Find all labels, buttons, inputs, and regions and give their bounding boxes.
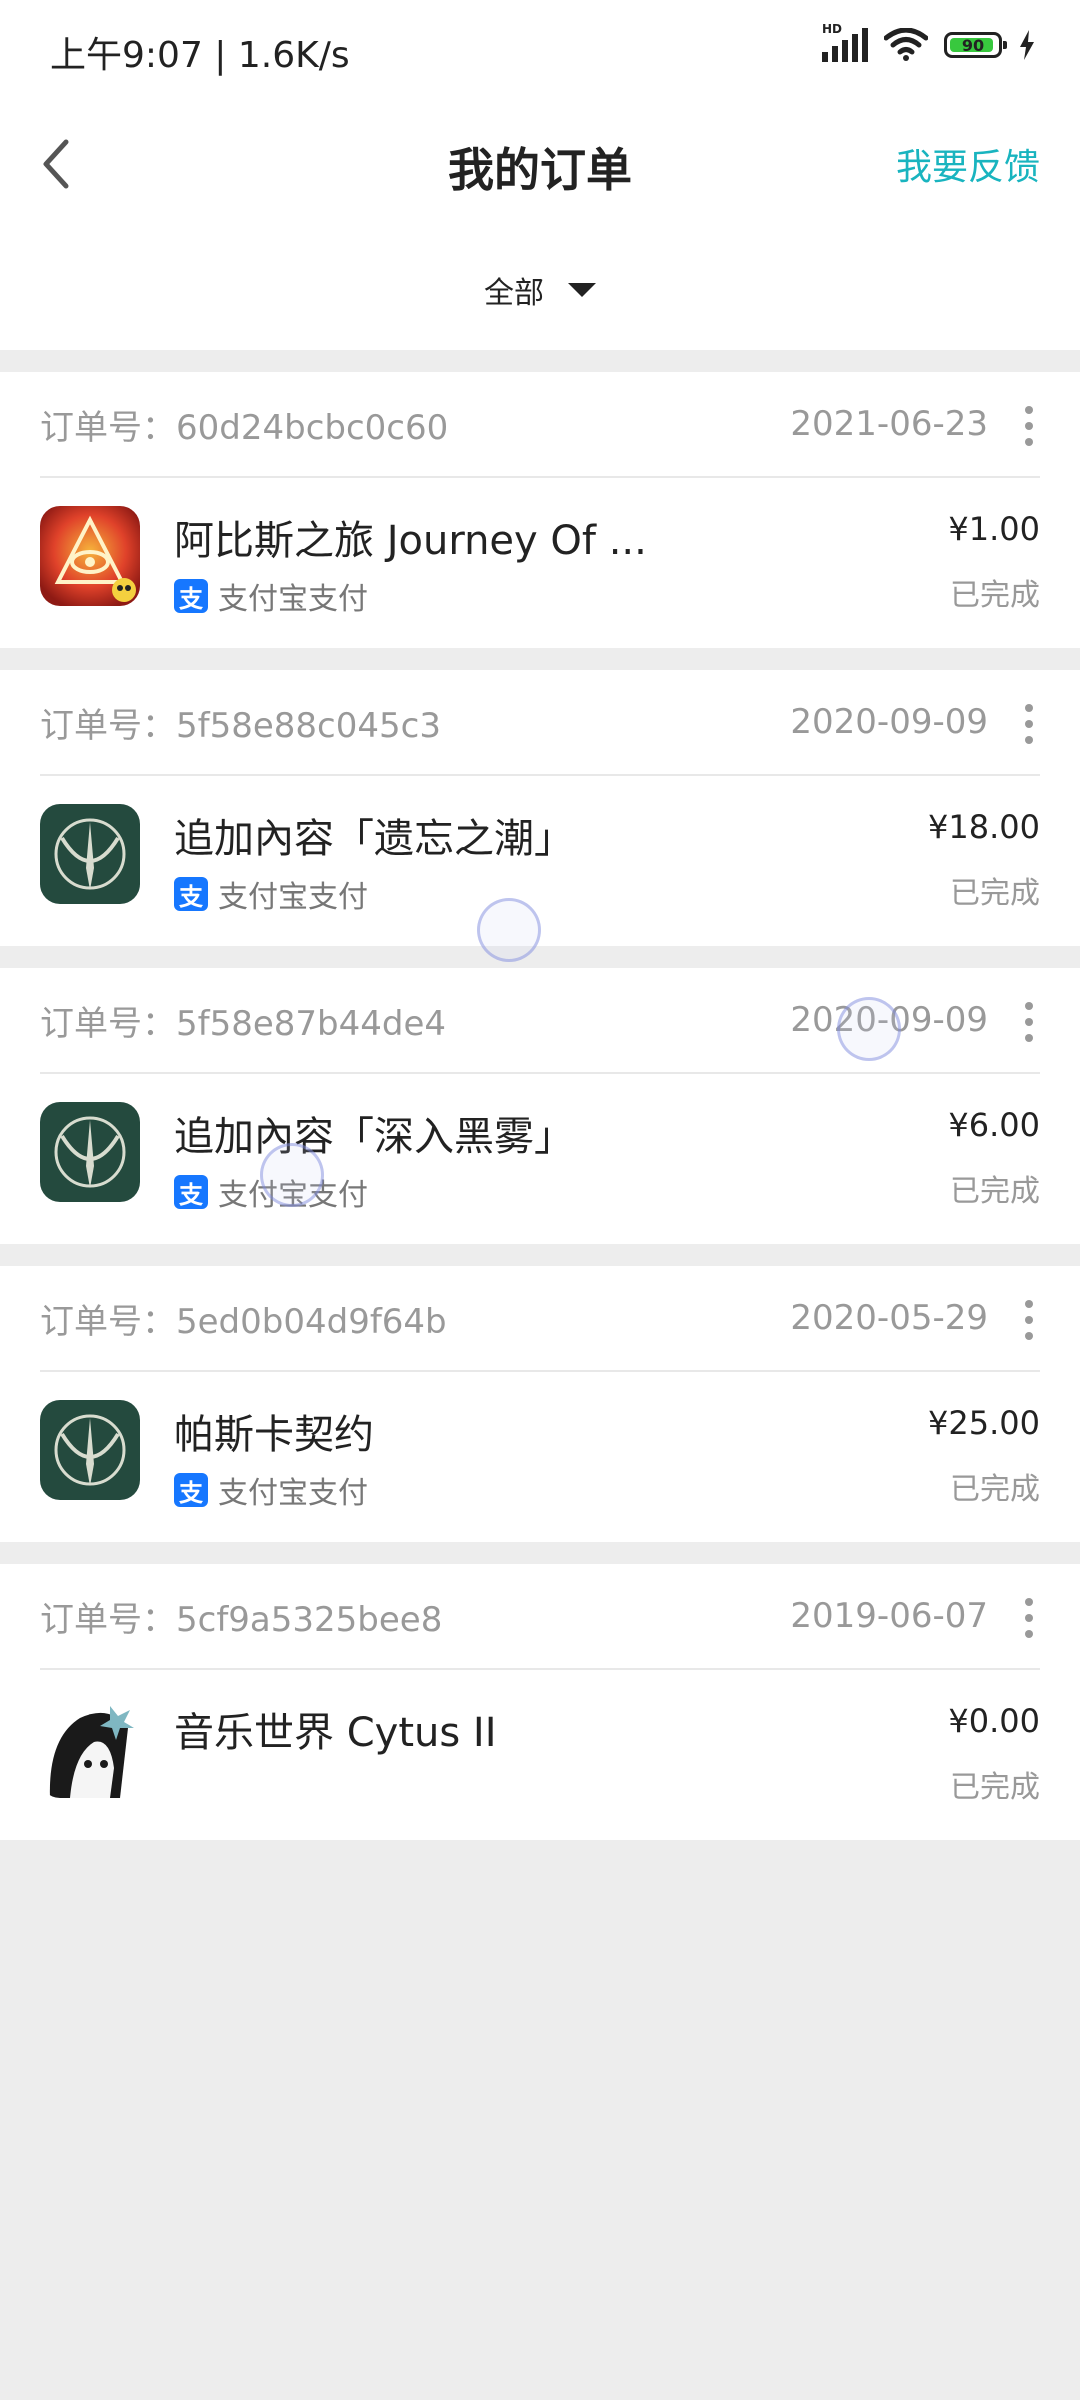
order-price: ¥1.00 — [948, 510, 1040, 548]
order-date: 2020-09-09 — [790, 702, 988, 742]
alipay-icon: 支 — [174, 1175, 208, 1209]
order-status: 已完成 — [950, 1770, 1040, 1805]
product-name: 追加內容「深入黑雾」 — [174, 1114, 574, 1160]
order-card[interactable]: 订单号：5cf9a5325bee8 2019-06-07 音乐世界 Cytus … — [0, 1564, 1080, 1840]
touch-indicator — [837, 997, 901, 1061]
order-price: ¥18.00 — [928, 808, 1040, 846]
more-options-icon[interactable] — [1024, 704, 1034, 744]
order-header: 订单号：5ed0b04d9f64b 2020-05-29 — [40, 1266, 1040, 1372]
order-body: 帕斯卡契约 支 支付宝支付 ¥25.00 已完成 — [0, 1372, 1080, 1542]
product-name: 音乐世界 Cytus II — [174, 1710, 497, 1756]
battery-level: 90 — [961, 35, 985, 55]
order-body: 阿比斯之旅 Journey Of ... 支 支付宝支付 ¥1.00 已完成 — [0, 478, 1080, 648]
system-icons: HD 90 — [822, 22, 1036, 62]
order-date: 2020-05-29 — [790, 1298, 988, 1338]
nav-bar: 我的订单 我要反馈 — [0, 100, 1080, 230]
order-number: 订单号：60d24bcbc0c60 — [40, 407, 449, 448]
order-card[interactable]: 订单号：5ed0b04d9f64b 2020-05-29 帕斯卡契约 支 支付宝… — [0, 1266, 1080, 1542]
battery-icon: 90 — [944, 32, 1007, 58]
order-date: 2019-06-07 — [790, 1596, 988, 1636]
payment-label: 支付宝支付 — [218, 880, 368, 915]
product-name: 阿比斯之旅 Journey Of ... — [174, 518, 647, 564]
more-options-icon[interactable] — [1024, 1002, 1034, 1042]
order-number: 订单号：5ed0b04d9f64b — [40, 1301, 447, 1342]
alipay-icon: 支 — [174, 877, 208, 911]
touch-indicator — [477, 898, 541, 962]
charging-icon — [1020, 30, 1034, 60]
pascal-contract-app-icon — [40, 804, 140, 904]
order-status: 已完成 — [950, 876, 1040, 911]
touch-indicator — [260, 1143, 324, 1207]
dropdown-triangle-icon — [568, 283, 596, 297]
status-time: 上午9:07 | 1.6K/s — [50, 35, 350, 76]
order-card[interactable]: 订单号：5f58e87b44de4 2020-09-09 追加內容「深入黑雾」 … — [0, 968, 1080, 1244]
order-filter-dropdown[interactable]: 全部 — [0, 230, 1080, 350]
product-name: 帕斯卡契约 — [174, 1412, 374, 1458]
order-status: 已完成 — [950, 578, 1040, 613]
order-price: ¥6.00 — [948, 1106, 1040, 1144]
feedback-button[interactable]: 我要反馈 — [896, 138, 1040, 190]
order-price: ¥25.00 — [928, 1404, 1040, 1442]
order-header: 订单号：60d24bcbc0c60 2021-06-23 — [40, 372, 1040, 478]
payment-label: 支付宝支付 — [218, 1476, 368, 1511]
order-number: 订单号：5cf9a5325bee8 — [40, 1599, 443, 1640]
status-bar: 上午9:07 | 1.6K/s HD 90 — [0, 0, 1080, 100]
more-options-icon[interactable] — [1024, 1300, 1034, 1340]
order-header: 订单号：5f58e88c045c3 2020-09-09 — [40, 670, 1040, 776]
alipay-icon: 支 — [174, 1473, 208, 1507]
order-price: ¥0.00 — [948, 1702, 1040, 1740]
hd-badge: HD — [822, 22, 843, 36]
order-header: 订单号：5cf9a5325bee8 2019-06-07 — [40, 1564, 1040, 1670]
product-name: 追加內容「遗忘之潮」 — [174, 816, 574, 862]
payment-method: 支 支付宝支付 — [174, 1468, 368, 1512]
top-area: 上午9:07 | 1.6K/s HD 90 我的订单 我要反馈 全部 — [0, 0, 1080, 350]
order-number: 订单号：5f58e88c045c3 — [40, 705, 441, 746]
more-options-icon[interactable] — [1024, 406, 1034, 446]
pascal-contract-app-icon — [40, 1102, 140, 1202]
signal-icon: HD — [822, 22, 868, 62]
order-status: 已完成 — [950, 1174, 1040, 1209]
wifi-icon — [884, 28, 928, 61]
payment-method: 支 支付宝支付 — [174, 574, 368, 618]
more-options-icon[interactable] — [1024, 1598, 1034, 1638]
order-card[interactable]: 订单号：5f58e88c045c3 2020-09-09 追加內容「遗忘之潮」 … — [0, 670, 1080, 946]
order-body: 追加內容「遗忘之潮」 支 支付宝支付 ¥18.00 已完成 — [0, 776, 1080, 946]
order-body: 音乐世界 Cytus II ¥0.00 已完成 — [0, 1670, 1080, 1840]
payment-label: 支付宝支付 — [218, 582, 368, 617]
journey-of-abyss-app-icon — [40, 506, 140, 606]
order-date: 2021-06-23 — [790, 404, 988, 444]
order-number: 订单号：5f58e87b44de4 — [40, 1003, 447, 1044]
order-card[interactable]: 订单号：60d24bcbc0c60 2021-06-23 阿比斯之旅 Journ… — [0, 372, 1080, 648]
order-status: 已完成 — [950, 1472, 1040, 1507]
cytus-ii-app-icon — [40, 1698, 140, 1798]
filter-label: 全部 — [484, 276, 544, 311]
pascal-contract-app-icon — [40, 1400, 140, 1500]
order-body: 追加內容「深入黑雾」 支 支付宝支付 ¥6.00 已完成 — [0, 1074, 1080, 1244]
payment-method: 支 支付宝支付 — [174, 872, 368, 916]
alipay-icon: 支 — [174, 579, 208, 613]
